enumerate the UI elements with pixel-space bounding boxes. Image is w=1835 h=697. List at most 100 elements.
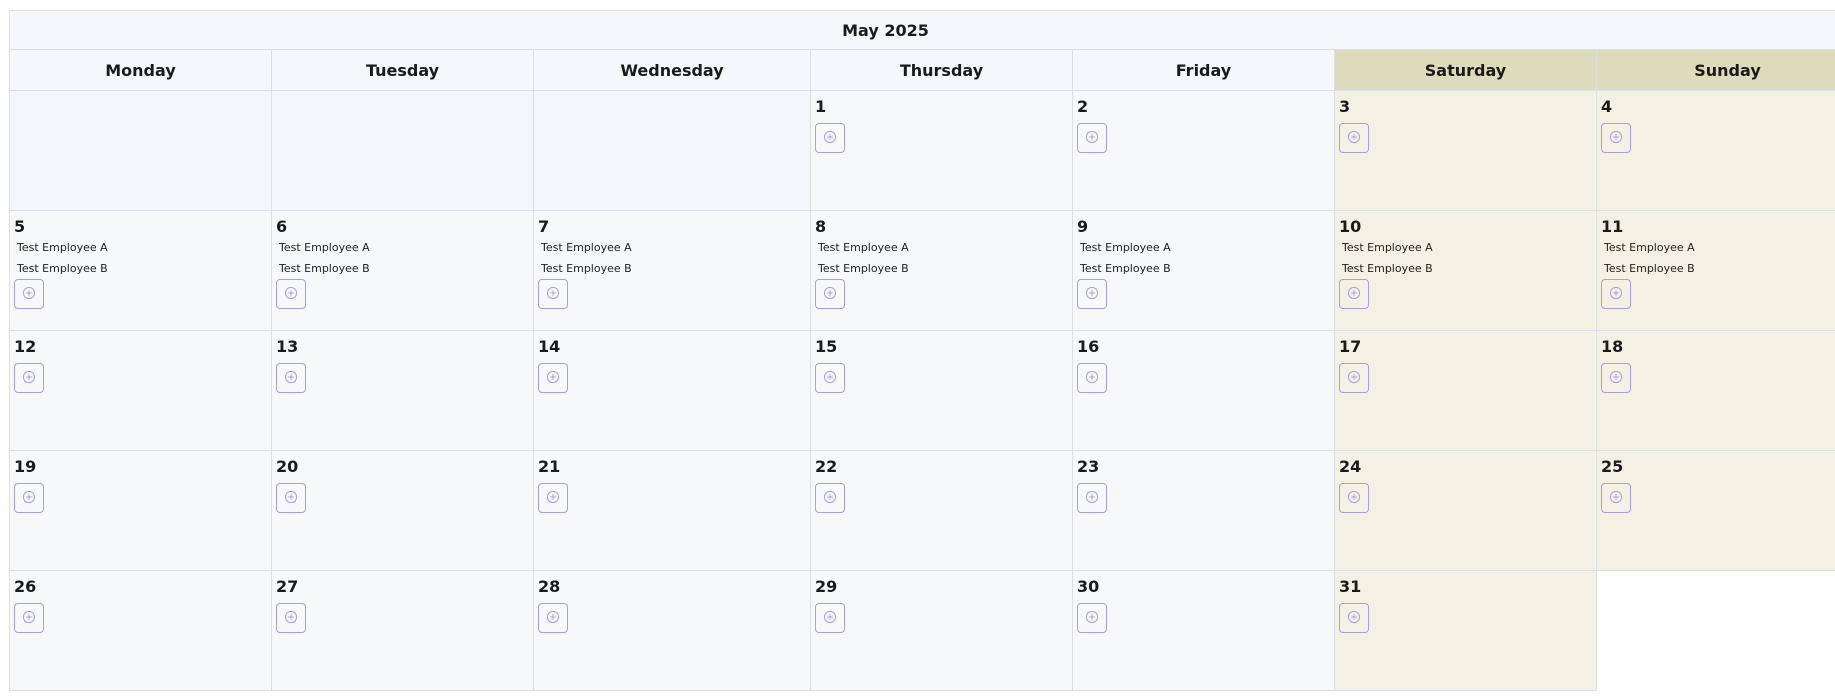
employee-entry[interactable]: Test Employee A <box>1080 241 1330 254</box>
day-cell-18[interactable]: 18 <box>1596 331 1835 451</box>
day-cell-3[interactable]: 3 <box>1334 91 1596 211</box>
day-number: 13 <box>276 337 299 356</box>
day-cell-6[interactable]: 6 Test Employee A Test Employee B <box>271 211 533 331</box>
day-number: 29 <box>815 577 838 596</box>
day-number: 12 <box>14 337 37 356</box>
employee-entry[interactable]: Test Employee B <box>1342 262 1592 275</box>
add-shift-button[interactable] <box>815 363 845 393</box>
employee-entry[interactable]: Test Employee A <box>1604 241 1835 254</box>
add-shift-button[interactable] <box>538 603 568 633</box>
add-shift-button[interactable] <box>538 279 568 309</box>
day-number: 27 <box>276 577 299 596</box>
plus-circle-icon <box>22 490 36 507</box>
employee-entry[interactable]: Test Employee A <box>17 241 267 254</box>
day-cell-27[interactable]: 27 <box>271 571 533 691</box>
month-title-bar: May 2025 <box>9 10 1835 50</box>
day-cell-8[interactable]: 8 Test Employee A Test Employee B <box>810 211 1072 331</box>
day-cell-17[interactable]: 17 <box>1334 331 1596 451</box>
employee-entry[interactable]: Test Employee A <box>541 241 806 254</box>
day-number: 26 <box>14 577 37 596</box>
day-cell-28[interactable]: 28 <box>533 571 810 691</box>
plus-circle-icon <box>1085 286 1099 303</box>
add-shift-button[interactable] <box>276 603 306 633</box>
employee-entry[interactable]: Test Employee B <box>279 262 529 275</box>
add-shift-button[interactable] <box>1339 123 1369 153</box>
add-shift-button[interactable] <box>1077 279 1107 309</box>
day-cell-14[interactable]: 14 <box>533 331 810 451</box>
plus-circle-icon <box>823 370 837 387</box>
add-shift-button[interactable] <box>1077 603 1107 633</box>
day-cell-29[interactable]: 29 <box>810 571 1072 691</box>
plus-circle-icon <box>1085 610 1099 627</box>
add-shift-button[interactable] <box>14 603 44 633</box>
add-shift-button[interactable] <box>1339 603 1369 633</box>
add-shift-button[interactable] <box>815 603 845 633</box>
plus-circle-icon <box>1085 490 1099 507</box>
add-shift-button[interactable] <box>1601 123 1631 153</box>
weekday-header-friday: Friday <box>1072 50 1334 91</box>
day-cell-4[interactable]: 4 <box>1596 91 1835 211</box>
day-number: 11 <box>1601 217 1624 236</box>
day-cell-24[interactable]: 24 <box>1334 451 1596 571</box>
add-shift-button[interactable] <box>538 483 568 513</box>
add-shift-button[interactable] <box>1077 483 1107 513</box>
day-cell-7[interactable]: 7 Test Employee A Test Employee B <box>533 211 810 331</box>
employee-entry[interactable]: Test Employee A <box>1342 241 1592 254</box>
add-shift-button[interactable] <box>1601 279 1631 309</box>
add-shift-button[interactable] <box>1339 363 1369 393</box>
plus-circle-icon <box>1347 490 1361 507</box>
add-shift-button[interactable] <box>1601 363 1631 393</box>
employee-entry[interactable]: Test Employee B <box>541 262 806 275</box>
add-shift-button[interactable] <box>1339 483 1369 513</box>
add-shift-button[interactable] <box>276 279 306 309</box>
add-shift-button[interactable] <box>14 279 44 309</box>
day-cell-5[interactable]: 5 Test Employee A Test Employee B <box>9 211 271 331</box>
day-cell-21[interactable]: 21 <box>533 451 810 571</box>
plus-circle-icon <box>823 130 837 147</box>
add-shift-button[interactable] <box>815 483 845 513</box>
plus-circle-icon <box>546 610 560 627</box>
day-number: 1 <box>815 97 827 116</box>
add-shift-button[interactable] <box>276 363 306 393</box>
employee-entry[interactable]: Test Employee B <box>1080 262 1330 275</box>
employee-entry[interactable]: Test Employee A <box>279 241 529 254</box>
add-shift-button[interactable] <box>1339 279 1369 309</box>
empty-day-cell <box>1596 571 1835 691</box>
add-shift-button[interactable] <box>1601 483 1631 513</box>
day-cell-2[interactable]: 2 <box>1072 91 1334 211</box>
employee-entry[interactable]: Test Employee B <box>17 262 267 275</box>
day-cell-15[interactable]: 15 <box>810 331 1072 451</box>
day-cell-9[interactable]: 9 Test Employee A Test Employee B <box>1072 211 1334 331</box>
add-shift-button[interactable] <box>14 483 44 513</box>
add-shift-button[interactable] <box>1077 363 1107 393</box>
day-number: 25 <box>1601 457 1624 476</box>
day-cell-16[interactable]: 16 <box>1072 331 1334 451</box>
day-cell-20[interactable]: 20 <box>271 451 533 571</box>
day-cell-10[interactable]: 10 Test Employee A Test Employee B <box>1334 211 1596 331</box>
day-cell-23[interactable]: 23 <box>1072 451 1334 571</box>
day-cell-25[interactable]: 25 <box>1596 451 1835 571</box>
add-shift-button[interactable] <box>538 363 568 393</box>
day-cell-26[interactable]: 26 <box>9 571 271 691</box>
plus-circle-icon <box>823 610 837 627</box>
day-cell-13[interactable]: 13 <box>271 331 533 451</box>
day-cell-12[interactable]: 12 <box>9 331 271 451</box>
day-number: 28 <box>538 577 561 596</box>
add-shift-button[interactable] <box>815 279 845 309</box>
day-cell-31[interactable]: 31 <box>1334 571 1596 691</box>
day-number: 31 <box>1339 577 1362 596</box>
day-cell-30[interactable]: 30 <box>1072 571 1334 691</box>
plus-circle-icon <box>546 490 560 507</box>
employee-entry[interactable]: Test Employee B <box>1604 262 1835 275</box>
employee-entry[interactable]: Test Employee B <box>818 262 1068 275</box>
add-shift-button[interactable] <box>276 483 306 513</box>
day-cell-11[interactable]: 11 Test Employee A Test Employee B <box>1596 211 1835 331</box>
day-cell-19[interactable]: 19 <box>9 451 271 571</box>
day-cell-22[interactable]: 22 <box>810 451 1072 571</box>
add-shift-button[interactable] <box>14 363 44 393</box>
employee-entry[interactable]: Test Employee A <box>818 241 1068 254</box>
day-cell-1[interactable]: 1 <box>810 91 1072 211</box>
add-shift-button[interactable] <box>1077 123 1107 153</box>
add-shift-button[interactable] <box>815 123 845 153</box>
day-number: 10 <box>1339 217 1362 236</box>
